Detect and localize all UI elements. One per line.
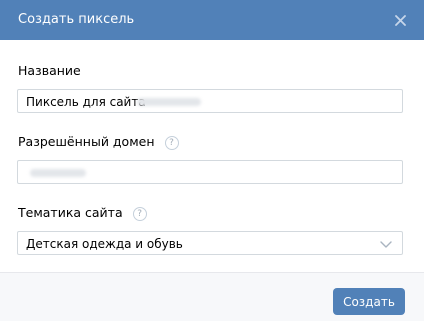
create-button[interactable]: Создать: [333, 288, 405, 315]
topic-label-text: Тематика сайта: [18, 205, 123, 220]
topic-help-icon[interactable]: ?: [132, 207, 147, 221]
close-icon: [394, 14, 406, 26]
domain-label-text: Разрешённый домен: [18, 134, 155, 149]
dialog-title: Создать пиксель: [18, 12, 135, 27]
chevron-down-icon: [380, 241, 392, 248]
redacted-domain: [30, 169, 86, 177]
name-input-value: Пиксель для сайта: [26, 95, 146, 109]
dialog-header: Создать пиксель: [0, 0, 424, 40]
domain-help-icon[interactable]: ?: [164, 136, 179, 150]
topic-select[interactable]: Детская одежда и обувь: [17, 231, 403, 255]
domain-input[interactable]: [17, 160, 403, 184]
create-pixel-dialog: Создать пиксель Название Пиксель для сай…: [0, 0, 424, 321]
topic-label: Тематика сайта?: [18, 205, 147, 221]
dialog-footer: Создать: [0, 272, 424, 321]
domain-label: Разрешённый домен?: [18, 134, 179, 150]
topic-select-value: Детская одежда и обувь: [26, 237, 183, 251]
name-label: Название: [18, 63, 81, 78]
name-input[interactable]: Пиксель для сайта: [17, 89, 403, 113]
close-button[interactable]: [390, 10, 410, 30]
redacted-site-name: [137, 98, 201, 106]
